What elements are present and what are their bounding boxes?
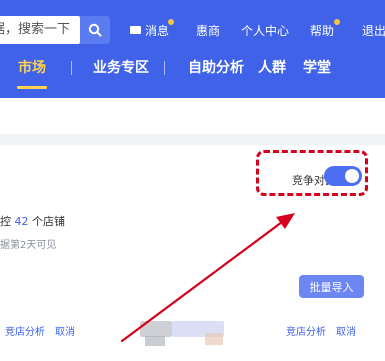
- nav-self-analysis[interactable]: 自助分析: [188, 57, 244, 77]
- shop-analysis-link[interactable]: 竞店分析: [286, 323, 326, 338]
- shop-count-text: 控 42 个店铺: [0, 215, 65, 228]
- nav-active-indicator: [17, 86, 47, 89]
- data-availability-note: 据第2天可见: [0, 240, 57, 251]
- nav-academy[interactable]: 学堂: [303, 57, 331, 77]
- search-input[interactable]: 据，搜索一下: [0, 16, 80, 44]
- highlight-annotation: [256, 150, 368, 196]
- search-icon: [88, 23, 102, 37]
- help-notification-dot: [334, 19, 340, 25]
- nav-market[interactable]: 市场: [18, 57, 46, 77]
- huishang-link[interactable]: 惠商: [196, 22, 220, 39]
- help-link[interactable]: 帮助: [310, 22, 334, 39]
- top-header: 据，搜索一下 消息 惠商 个人中心 帮助 退出 市场 业务专区 自助分析 人群 …: [0, 0, 385, 98]
- blurred-detail: [205, 333, 223, 345]
- filter-panel: [0, 98, 385, 134]
- messages-link[interactable]: 消息: [130, 22, 169, 39]
- nav-crowd[interactable]: 人群: [258, 57, 286, 77]
- personal-center-link[interactable]: 个人中心: [241, 22, 289, 39]
- batch-import-button[interactable]: 批量导入: [299, 275, 364, 298]
- blurred-shop-logo: [140, 321, 172, 337]
- nav-divider: [71, 61, 72, 75]
- messages-notification-dot: [168, 19, 174, 25]
- blurred-detail: [145, 336, 165, 346]
- nav-business-zone[interactable]: 业务专区: [93, 57, 149, 77]
- search-button[interactable]: [80, 16, 110, 44]
- logout-link[interactable]: 退出: [362, 22, 385, 39]
- cancel-link[interactable]: 取消: [336, 323, 356, 338]
- shop-analysis-link[interactable]: 竞店分析: [5, 323, 45, 338]
- cancel-link[interactable]: 取消: [55, 323, 75, 338]
- mail-icon: [130, 26, 141, 34]
- shop-count: 42: [14, 215, 29, 228]
- nav-divider: [164, 61, 165, 75]
